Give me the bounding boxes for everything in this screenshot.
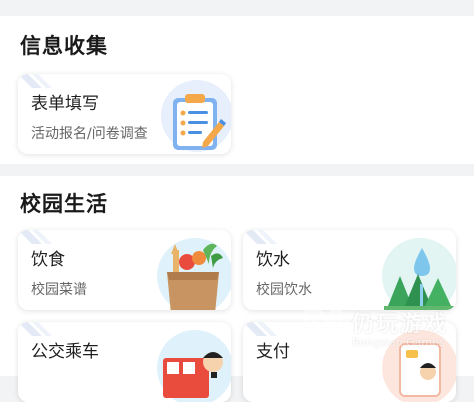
section-title: 信息收集 (20, 34, 108, 58)
bus-driver-icon (157, 330, 231, 402)
corner-stripe-icon (18, 230, 52, 244)
card-title: 支付 (256, 342, 290, 362)
corner-stripe-icon (243, 322, 277, 336)
card-title: 饮水 (256, 250, 290, 270)
corner-stripe-icon (18, 74, 52, 88)
section-info-collection: 信息收集 表单填写 活动报名/问卷调查 (0, 16, 474, 164)
card-water[interactable]: 饮水 校园饮水 (243, 230, 456, 310)
card-bus[interactable]: 公交乘车 (18, 322, 231, 402)
card-title: 表单填写 (31, 94, 99, 114)
watermark-subtext: Rengwan Games (352, 336, 445, 349)
water-drop-forest-icon (382, 238, 456, 310)
watermark-text: 仍玩游戏 (352, 312, 449, 337)
section-title: 校园生活 (20, 192, 108, 216)
grocery-bag-icon (157, 238, 231, 310)
card-title: 公交乘车 (31, 342, 99, 362)
corner-stripe-icon (243, 230, 277, 244)
clipboard-form-icon (161, 80, 231, 152)
card-form-fill[interactable]: 表单填写 活动报名/问卷调查 (18, 74, 231, 154)
watermark: 仍玩游戏 Rengwan Games (300, 300, 474, 368)
card-food[interactable]: 饮食 校园菜谱 (18, 230, 231, 310)
card-subtitle: 校园饮水 (256, 282, 312, 298)
corner-stripe-icon (18, 322, 52, 336)
card-subtitle: 活动报名/问卷调查 (31, 126, 148, 142)
watermark-logo-icon (304, 308, 342, 344)
card-subtitle: 校园菜谱 (31, 282, 87, 298)
card-title: 饮食 (31, 250, 65, 270)
